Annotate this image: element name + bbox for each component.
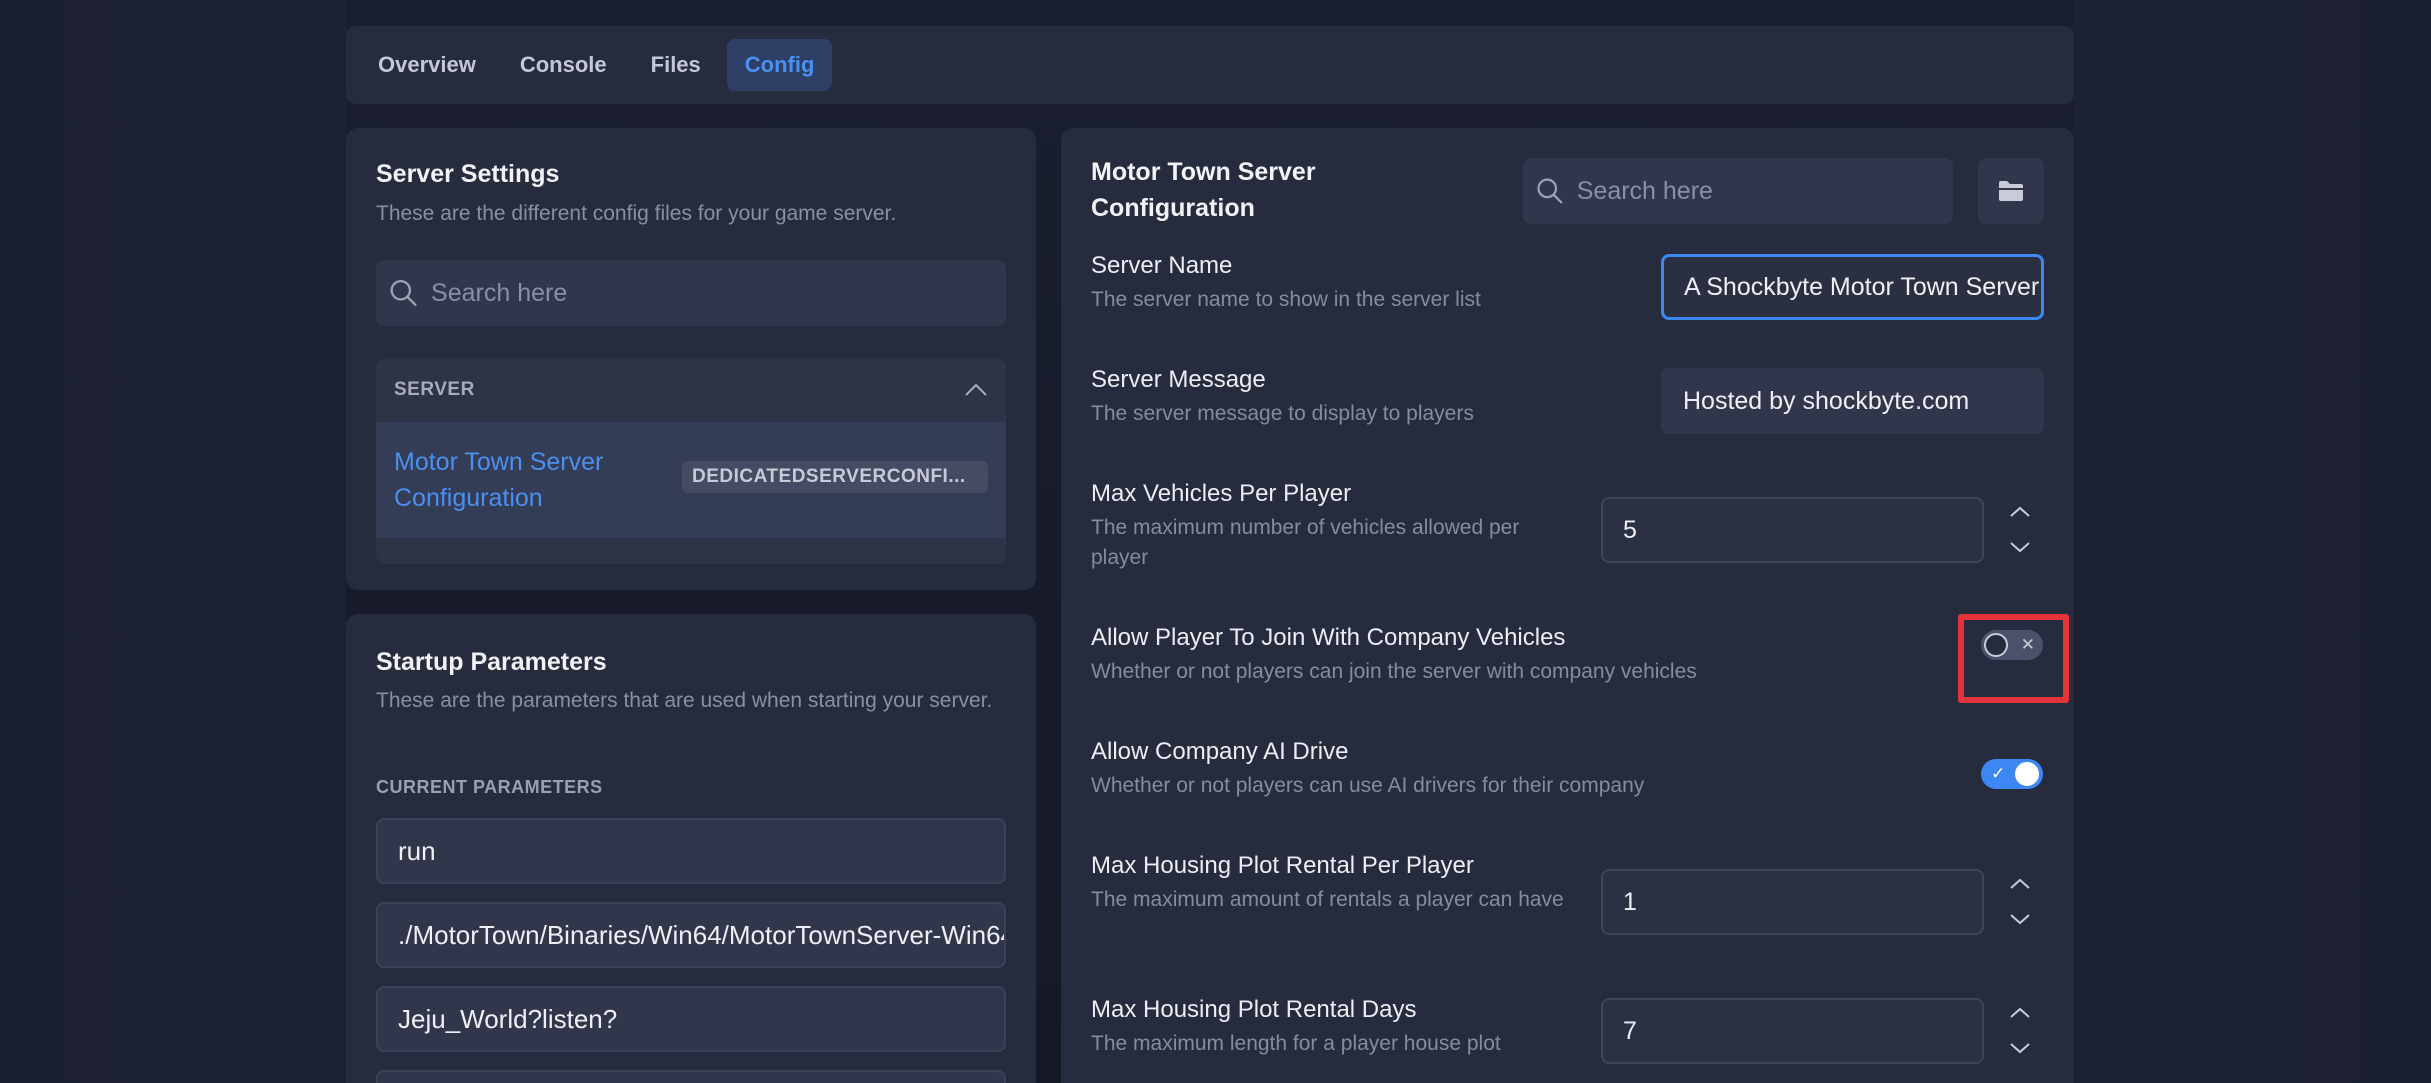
tab-bar: Overview Console Files Config — [346, 26, 2074, 104]
server-group-header[interactable]: SERVER — [376, 358, 1006, 422]
max-vehicles-description: The maximum number of vehicles allowed p… — [1091, 516, 1520, 569]
setting-search[interactable] — [1523, 158, 1953, 224]
toggle-knob — [1984, 633, 2008, 657]
server-message-input[interactable]: Hosted by shockbyte.com — [1661, 368, 2044, 434]
max-housing-days-description: The maximum length for a player house pl… — [1091, 1032, 1501, 1055]
background-right — [2074, 0, 2431, 1083]
chevron-down-icon — [2010, 1043, 2030, 1054]
server-name-input[interactable]: A Shockbyte Motor Town Server — [1661, 254, 2044, 320]
startup-param[interactable]: run — [376, 818, 1006, 884]
config-file-search[interactable] — [376, 260, 1006, 326]
server-message-description: The server message to display to players — [1091, 402, 1474, 425]
startup-parameters-panel: Startup Parameters These are the paramet… — [346, 614, 1036, 1083]
server-config-group: SERVER Motor Town Server Configuration D… — [376, 358, 1006, 564]
server-settings-title: Server Settings — [376, 160, 560, 188]
config-title: Motor Town Server Configuration — [1091, 158, 1316, 222]
tab-console[interactable]: Console — [502, 39, 625, 91]
max-housing-days-label: Max Housing Plot Rental Days — [1091, 996, 1417, 1023]
max-housing-rental-description: The maximum amount of rentals a player c… — [1091, 888, 1564, 911]
chevron-up-icon — [2010, 1007, 2030, 1018]
max-housing-rental-input[interactable]: 1 — [1601, 869, 1984, 935]
allow-company-ai-toggle[interactable]: ✓ — [1981, 759, 2043, 789]
setting-search-input[interactable] — [1576, 176, 1953, 206]
decrement-button[interactable] — [1996, 1034, 2044, 1062]
server-group-label: SERVER — [394, 379, 475, 400]
increment-button[interactable] — [1996, 498, 2044, 526]
config-file-item[interactable]: Motor Town Server Configuration DEDICATE… — [376, 422, 1006, 538]
folder-icon — [1999, 181, 2023, 201]
config-file-badge: DEDICATEDSERVERCONFI... — [682, 461, 988, 493]
chevron-down-icon — [2010, 542, 2030, 553]
server-settings-panel: Server Settings These are the different … — [346, 128, 1036, 590]
tab-overview[interactable]: Overview — [360, 39, 494, 91]
startup-parameters-description: These are the parameters that are used w… — [376, 689, 993, 712]
startup-param[interactable] — [376, 1070, 1006, 1083]
startup-param[interactable]: ./MotorTown/Binaries/Win64/MotorTownServ… — [376, 902, 1006, 968]
decrement-button[interactable] — [1996, 533, 2044, 561]
chevron-up-icon — [2010, 506, 2030, 517]
allow-company-ai-label: Allow Company AI Drive — [1091, 738, 1349, 765]
increment-button[interactable] — [1996, 870, 2044, 898]
tab-files[interactable]: Files — [633, 39, 719, 91]
startup-parameters-title: Startup Parameters — [376, 648, 607, 676]
max-vehicles-label: Max Vehicles Per Player — [1091, 480, 1352, 507]
toggle-knob — [2015, 762, 2039, 786]
server-message-label: Server Message — [1091, 366, 1266, 393]
config-file-search-input[interactable] — [431, 278, 1006, 308]
chevron-up-icon[interactable] — [964, 383, 988, 397]
config-editor-panel: Motor Town Server Configuration Server N… — [1061, 128, 2074, 1083]
server-name-label: Server Name — [1091, 252, 1233, 279]
tab-config[interactable]: Config — [726, 39, 833, 91]
config-file-name: Motor Town Server Configuration — [394, 448, 604, 512]
allow-company-ai-description: Whether or not players can use AI driver… — [1091, 774, 1645, 797]
search-icon — [1537, 178, 1563, 204]
open-folder-button[interactable] — [1978, 158, 2044, 224]
background-left — [0, 0, 346, 1083]
max-housing-days-input[interactable]: 7 — [1601, 998, 1984, 1064]
max-housing-rental-label: Max Housing Plot Rental Per Player — [1091, 852, 1474, 879]
max-vehicles-input[interactable]: 5 — [1601, 497, 1984, 563]
chevron-up-icon — [2010, 878, 2030, 889]
x-icon: ✕ — [2020, 635, 2035, 654]
allow-company-vehicles-toggle[interactable]: ✕ — [1981, 630, 2043, 660]
current-parameters-label: CURRENT PARAMETERS — [376, 777, 603, 797]
allow-company-vehicles-description: Whether or not players can join the serv… — [1091, 660, 1697, 683]
server-name-description: The server name to show in the server li… — [1091, 288, 1481, 311]
search-icon — [390, 279, 417, 307]
increment-button[interactable] — [1996, 999, 2044, 1027]
server-settings-description: These are the different config files for… — [376, 202, 897, 225]
startup-param[interactable]: Jeju_World?listen? — [376, 986, 1006, 1052]
chevron-down-icon — [2010, 914, 2030, 925]
check-icon: ✓ — [1991, 764, 2006, 783]
decrement-button[interactable] — [1996, 905, 2044, 933]
allow-company-vehicles-label: Allow Player To Join With Company Vehicl… — [1091, 624, 1566, 651]
